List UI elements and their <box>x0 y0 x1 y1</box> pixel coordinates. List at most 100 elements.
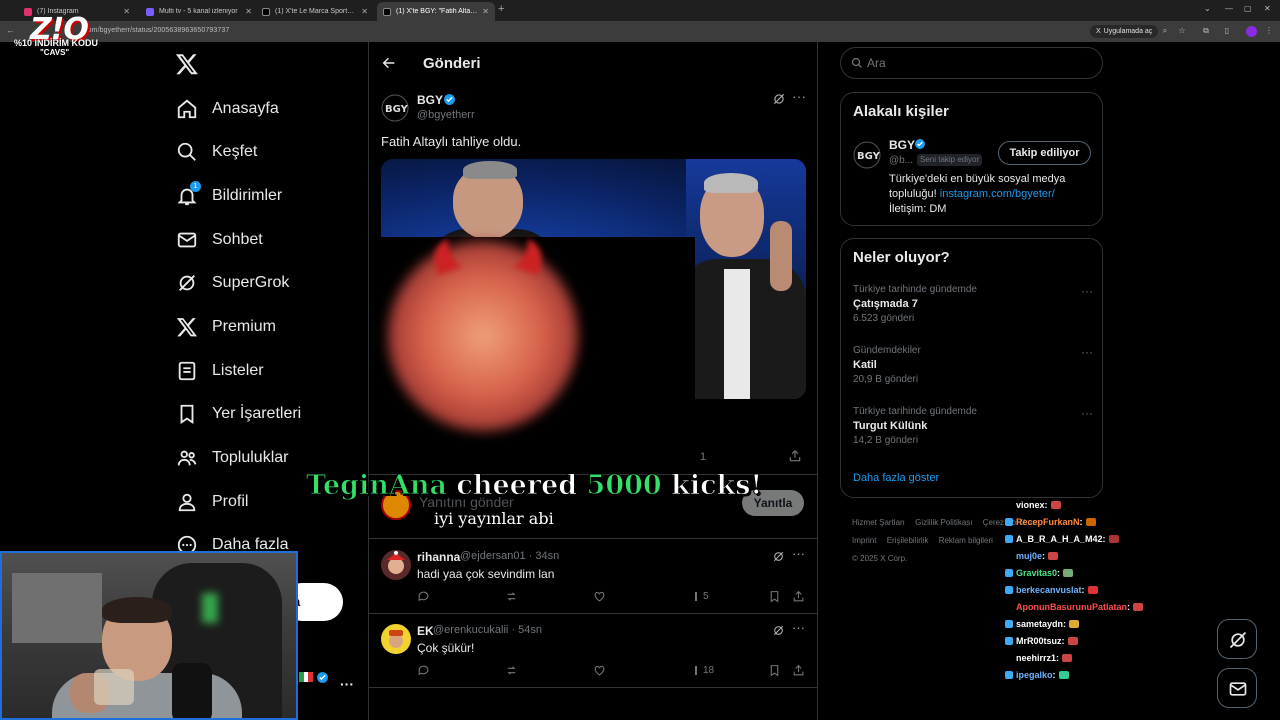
footer-link[interactable]: Hizmet Şartları <box>852 518 905 527</box>
footer-link[interactable]: Gizlilik Politikası <box>915 518 972 527</box>
share-icon[interactable] <box>792 664 805 677</box>
open-in-app-chip[interactable]: X Uygulamada aç <box>1090 25 1159 38</box>
star-icon[interactable]: ☆ <box>1177 26 1187 36</box>
reply-item[interactable]: rihanna @ejdersan01 · 34sn ··· hadi yaa … <box>369 540 817 614</box>
chat-username[interactable]: neehirrz1 <box>1016 653 1056 663</box>
chat-username[interactable]: AponunBasurunuPatlatan <box>1016 602 1127 612</box>
sidebar-item-bookmarks[interactable]: Yer İşaretleri <box>176 399 301 429</box>
footer-link[interactable]: Erişilebilirlik <box>887 536 929 545</box>
grok-icon[interactable] <box>772 550 785 563</box>
more-options-icon[interactable]: ··· <box>792 89 807 104</box>
avatar[interactable] <box>381 624 411 654</box>
chat-username[interactable]: sametaydn <box>1016 619 1063 629</box>
close-icon[interactable]: ✕ <box>245 7 252 16</box>
new-tab-icon[interactable]: + <box>498 3 504 15</box>
search-input[interactable] <box>867 48 1097 78</box>
more-options-icon[interactable]: ··· <box>792 546 805 561</box>
trend-item[interactable]: Türkiye tarihinde gündemde Turgut Külünk… <box>853 406 1093 456</box>
grok-icon[interactable] <box>772 92 786 106</box>
profile-avatar[interactable] <box>1246 26 1257 37</box>
reply-item[interactable]: EK @erenkucukalii · 54sn ··· Çok şükür! … <box>369 614 817 688</box>
chat-emote-icon <box>1063 568 1074 577</box>
sidebar-item-supergrok[interactable]: SuperGrok <box>176 268 289 298</box>
close-icon[interactable]: ✕ <box>361 7 368 16</box>
reply-views[interactable]: 5 <box>695 591 709 602</box>
sidebar-item-explore[interactable]: Keşfet <box>176 137 257 167</box>
like-icon[interactable] <box>593 664 606 677</box>
bio-link[interactable]: instagram.com/bgyeter/ <box>940 188 1055 200</box>
share-icon[interactable] <box>788 449 802 463</box>
sidebar-icon[interactable]: ▯ <box>1222 26 1232 36</box>
cheer-verb: cheered <box>456 470 578 502</box>
avatar[interactable] <box>381 550 411 580</box>
reply-author-handle[interactable]: @ejdersan01 · 34sn <box>460 550 559 562</box>
trend-item[interactable]: Türkiye tarihinde gündemde Çatışmada 7 6… <box>853 284 1093 334</box>
x-logo-icon[interactable] <box>175 52 199 76</box>
related-handle[interactable]: @b... <box>889 155 913 166</box>
url-field[interactable]: .com/bgyetherr/status/200563896365079373… <box>82 27 229 34</box>
trend-item[interactable]: Gündemdekiler Katil 20,9 B gönderi ··· <box>853 345 1093 395</box>
bookmark-icon[interactable] <box>768 664 781 677</box>
footer-link[interactable]: Reklam bilgileri <box>939 536 993 545</box>
chat-username[interactable]: RecepFurkanN <box>1016 517 1080 527</box>
sidebar-item-home[interactable]: Anasayfa <box>176 94 279 124</box>
reply-icon[interactable] <box>417 664 430 677</box>
chat-username[interactable]: muj0e <box>1016 551 1042 561</box>
bgy-avatar-icon[interactable]: BGY <box>381 94 409 122</box>
minimize-icon[interactable]: — <box>1225 4 1233 13</box>
bookmark-icon[interactable] <box>768 590 781 603</box>
back-arrow-icon[interactable] <box>381 55 397 71</box>
trend-context: Türkiye tarihinde gündemde <box>853 284 977 295</box>
search-box[interactable] <box>840 47 1103 79</box>
post-author-handle[interactable]: @bgyetherr <box>417 109 475 121</box>
sidebar-item-notifications[interactable]: 1 Bildirimler <box>176 181 282 211</box>
extensions-icon[interactable]: ⧉ <box>1201 26 1211 36</box>
sidebar-item-premium[interactable]: Premium <box>176 312 276 342</box>
chat-username[interactable]: vionex <box>1016 500 1045 510</box>
related-name[interactable]: BGY <box>889 138 915 152</box>
reply-author-name[interactable]: rihanna <box>417 550 460 564</box>
repost-icon[interactable] <box>505 664 518 677</box>
browser-tab[interactable]: Multi tv - 5 kanal izleniyor ✕ <box>140 2 258 21</box>
share-icon[interactable] <box>792 590 805 603</box>
footer-link[interactable]: Imprint <box>852 536 876 545</box>
grok-button[interactable] <box>1217 619 1257 659</box>
more-options-icon[interactable]: ··· <box>1081 284 1093 298</box>
sidebar-item-lists[interactable]: Listeler <box>176 356 264 386</box>
browser-tab-active[interactable]: (1) X'te BGY: "Fatih Altaylı tahliy... ✕ <box>377 2 495 21</box>
related-bio: İletişim: DM <box>889 203 947 215</box>
close-icon[interactable]: ✕ <box>482 7 489 16</box>
messages-button[interactable] <box>1217 668 1257 708</box>
repost-icon[interactable] <box>505 590 518 603</box>
browser-tab[interactable]: (1) X'te Le Marca Sports: "Erden... ✕ <box>256 2 374 21</box>
like-icon[interactable] <box>593 590 606 603</box>
chat-message: RecepFurkanN : <box>1005 513 1205 530</box>
grok-icon[interactable] <box>772 624 785 637</box>
reply-views[interactable]: 18 <box>695 665 714 676</box>
reply-author-handle[interactable]: @erenkucukalii · 54sn <box>433 624 542 636</box>
sidebar-item-communities[interactable]: Topluluklar <box>176 443 288 473</box>
more-options-icon[interactable]: ··· <box>1081 345 1093 359</box>
sidebar-item-profile[interactable]: Profil <box>176 487 248 517</box>
chat-username[interactable]: ipegalko <box>1016 670 1053 680</box>
show-more-link[interactable]: Daha fazla göster <box>853 472 939 484</box>
sidebar-item-messages[interactable]: Sohbet <box>176 225 263 255</box>
close-icon[interactable]: ✕ <box>123 7 130 16</box>
chat-username[interactable]: Gravitas0 <box>1016 568 1057 578</box>
reply-icon[interactable] <box>417 590 430 603</box>
more-options-icon[interactable]: ··· <box>792 620 805 635</box>
post-author-name[interactable]: BGY <box>417 93 443 107</box>
chat-username[interactable]: A_B_R_A_H_A_M42 <box>1016 534 1103 544</box>
account-more-icon[interactable]: ··· <box>340 676 354 692</box>
following-button[interactable]: Takip ediliyor <box>998 141 1091 165</box>
tab-search-icon[interactable]: ⌄ <box>1204 4 1211 13</box>
zoom-icon[interactable]: ⌕ <box>1160 26 1170 36</box>
menu-icon[interactable]: ⋮ <box>1264 26 1274 36</box>
more-options-icon[interactable]: ··· <box>1081 406 1093 420</box>
chat-username[interactable]: berkecanvuslat <box>1016 585 1082 595</box>
chat-username[interactable]: MrR00tsuz <box>1016 636 1062 646</box>
window-close-icon[interactable]: ✕ <box>1264 4 1271 13</box>
maximize-icon[interactable]: ▢ <box>1244 4 1252 13</box>
bgy-avatar-icon[interactable]: BGY <box>853 141 881 169</box>
reply-author-name[interactable]: EK <box>417 624 434 638</box>
